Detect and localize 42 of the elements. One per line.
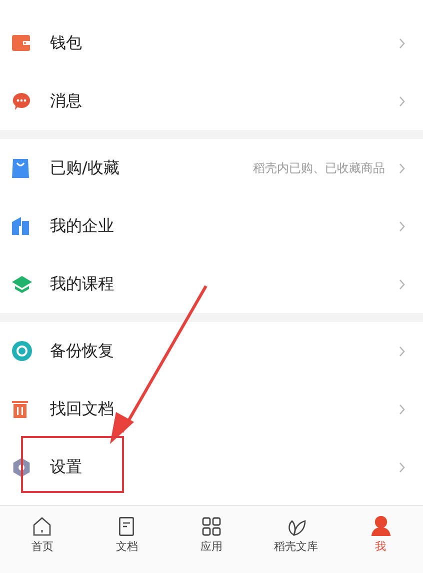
menu-label: 消息 [50, 90, 83, 112]
menu-label: 备份恢复 [50, 340, 115, 362]
menu-item[interactable]: 消息 [0, 72, 423, 130]
chevron-right-icon [399, 346, 405, 356]
menu-label: 找回文档 [50, 398, 115, 420]
menu-item[interactable]: 我的企业 [0, 197, 423, 255]
menu-hint: 稻壳内已购、已收藏商品 [253, 160, 385, 176]
shopping-bag-icon [12, 158, 29, 178]
document-icon [119, 516, 134, 536]
menu-item[interactable]: 找回文档 [0, 380, 423, 438]
chevron-right-icon [399, 404, 405, 414]
menu-item[interactable]: 我的课程 [0, 255, 423, 313]
hexagon-icon [12, 458, 31, 476]
graduation-cap-icon [12, 276, 32, 292]
tab[interactable]: 应用 [169, 506, 254, 573]
menu-item[interactable]: 备份恢复 [0, 322, 423, 380]
tab[interactable]: 我 [338, 506, 423, 573]
chevron-right-icon [399, 38, 405, 48]
tab[interactable]: 文档 [84, 506, 170, 573]
menu-label: 钱包 [50, 32, 83, 54]
person-icon [370, 516, 391, 536]
grid-icon [202, 516, 221, 536]
circle-icon [12, 341, 32, 361]
chevron-right-icon [399, 220, 405, 232]
menu-label: 我的课程 [50, 274, 115, 294]
trash-icon [12, 400, 28, 418]
tab[interactable]: 稻壳文库 [254, 506, 338, 573]
tab[interactable]: 首页 [0, 506, 85, 573]
building-icon [12, 217, 29, 235]
wallet-icon [12, 35, 30, 51]
menu-label: 已购/收藏 [50, 158, 120, 178]
menu-item[interactable]: 设置 [0, 438, 423, 496]
chevron-right-icon [399, 278, 405, 290]
chat-bubble-icon [12, 92, 31, 110]
menu-label: 我的企业 [50, 216, 115, 236]
menu-item[interactable]: 已购/收藏 稻壳内已购、已收藏商品 [0, 139, 423, 197]
menu-item[interactable]: 钱包 [0, 14, 423, 72]
chevron-right-icon [399, 162, 405, 174]
home-icon [33, 516, 52, 536]
chevron-right-icon [399, 96, 405, 106]
chevron-right-icon [399, 462, 405, 472]
menu-label: 设置 [50, 456, 83, 478]
